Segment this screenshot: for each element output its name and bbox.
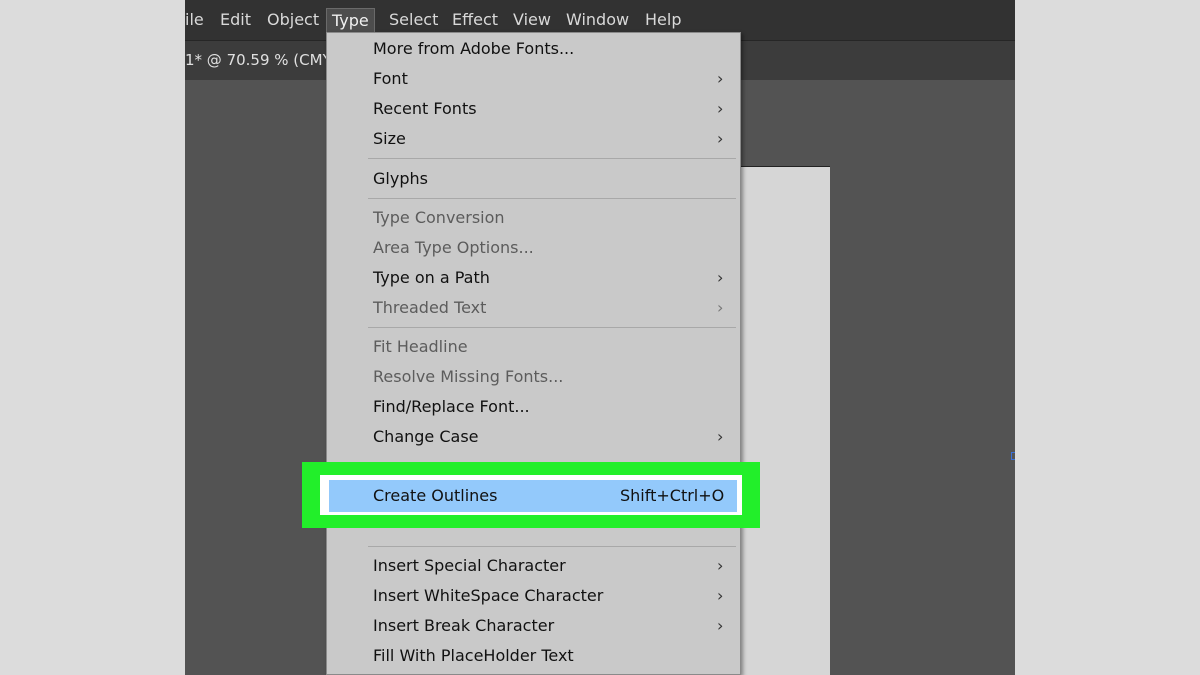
- menu-edit[interactable]: Edit: [220, 9, 251, 31]
- right-background: [1015, 0, 1200, 675]
- create-outlines-label: Create Outlines: [373, 486, 498, 505]
- menu-item-fill-with-placeholder-text[interactable]: Fill With PlaceHolder Text: [373, 645, 574, 667]
- menu-item-insert-special-character[interactable]: Insert Special Character: [373, 555, 566, 577]
- menu-item-fit-headline: Fit Headline: [373, 337, 468, 356]
- menu-effect[interactable]: Effect: [452, 9, 498, 31]
- menu-item-insert-break-character[interactable]: Insert Break Character: [373, 615, 554, 637]
- submenu-arrow-icon: ›: [717, 268, 724, 287]
- menu-select[interactable]: Select: [389, 9, 438, 31]
- submenu-arrow-icon: ›: [717, 69, 724, 88]
- menu-item-font[interactable]: Font: [373, 68, 408, 90]
- menu-item-area-type-options: Area Type Options...: [373, 238, 534, 257]
- menu-type[interactable]: Type: [326, 8, 375, 33]
- menu-item-change-case[interactable]: Change Case: [373, 426, 479, 448]
- submenu-arrow-icon: ›: [717, 99, 724, 118]
- left-background: [0, 0, 185, 675]
- submenu-arrow-icon: ›: [717, 586, 724, 605]
- menu-object[interactable]: Object: [267, 9, 319, 31]
- selection-handle[interactable]: [1011, 452, 1015, 460]
- submenu-arrow-icon: ›: [717, 129, 724, 148]
- submenu-arrow-icon: ›: [717, 427, 724, 446]
- menu-separator: [368, 327, 736, 328]
- menu-item-find-replace-font[interactable]: Find/Replace Font...: [373, 396, 530, 418]
- menu-item-recent-fonts[interactable]: Recent Fonts: [373, 98, 477, 120]
- menu-file[interactable]: ile: [185, 9, 204, 31]
- menu-item-glyphs[interactable]: Glyphs: [373, 168, 428, 190]
- menu-item-insert-whitespace-character[interactable]: Insert WhiteSpace Character: [373, 585, 603, 607]
- menu-window[interactable]: Window: [566, 9, 629, 31]
- submenu-arrow-icon: ›: [717, 616, 724, 635]
- menu-item-threaded-text: Threaded Text: [373, 298, 487, 317]
- document-tab[interactable]: 1* @ 70.59 % (CMYK: [185, 41, 342, 80]
- menu-separator: [368, 198, 736, 199]
- menu-view[interactable]: View: [513, 9, 551, 31]
- menu-item-type-conversion: Type Conversion: [373, 208, 505, 227]
- menu-item-resolve-missing-fonts: Resolve Missing Fonts...: [373, 367, 564, 386]
- menu-separator: [368, 546, 736, 547]
- create-outlines-shortcut: Shift+Ctrl+O: [620, 486, 725, 505]
- menu-item-size[interactable]: Size: [373, 128, 406, 150]
- menu-item-more-from-adobe-fonts[interactable]: More from Adobe Fonts...: [373, 38, 574, 60]
- submenu-arrow-icon: ›: [717, 298, 724, 317]
- menu-separator: [368, 158, 736, 159]
- menu-item-type-on-a-path[interactable]: Type on a Path: [373, 267, 490, 289]
- menu-help[interactable]: Help: [645, 9, 681, 31]
- submenu-arrow-icon: ›: [717, 556, 724, 575]
